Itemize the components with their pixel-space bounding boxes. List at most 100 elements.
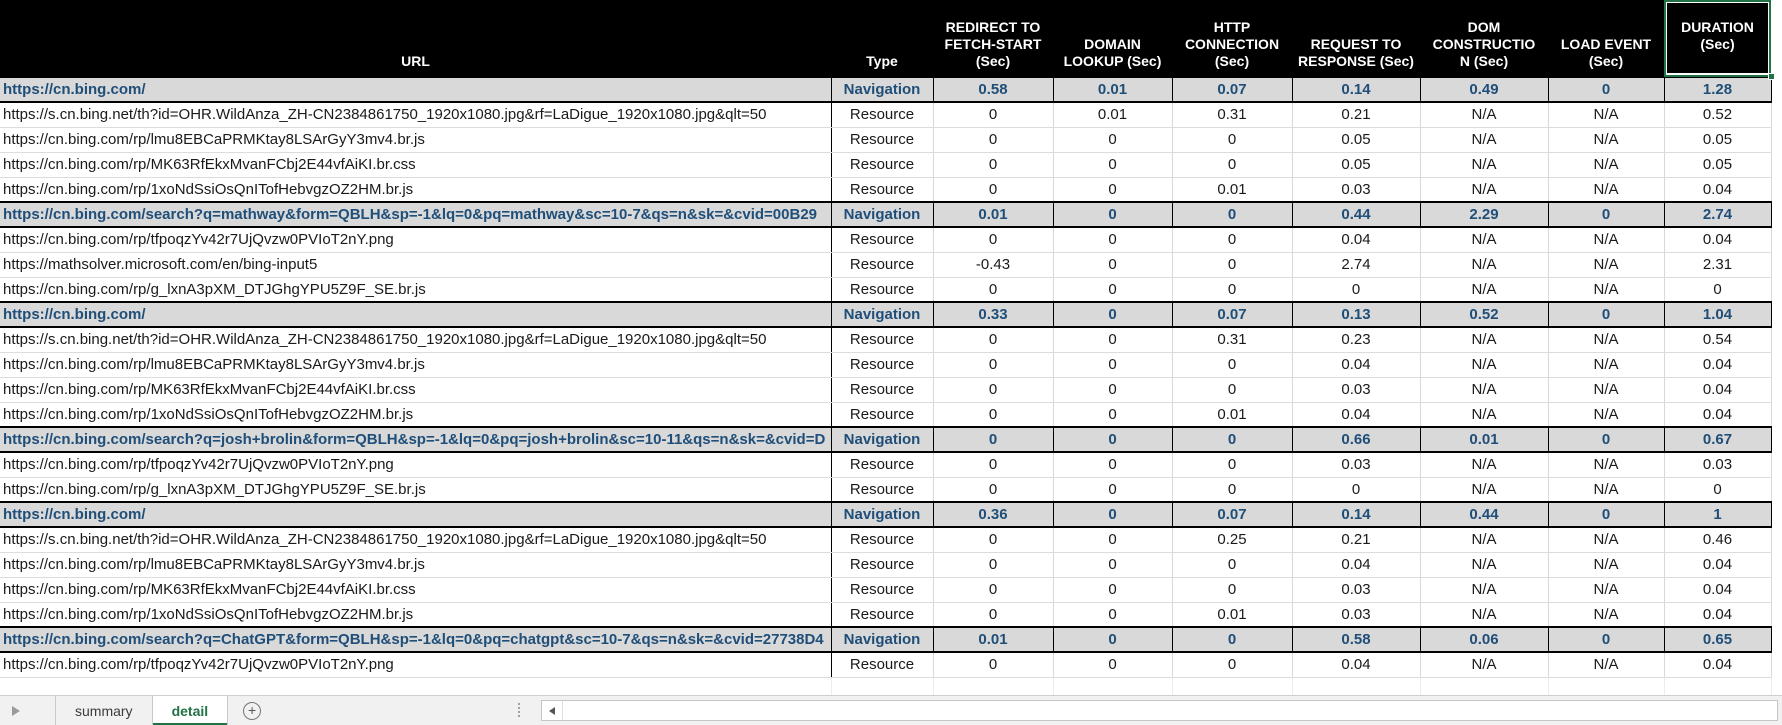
request-to-response-cell[interactable]: 0.03: [1291, 452, 1420, 478]
request-to-response-cell[interactable]: 0.14: [1291, 76, 1420, 103]
url-cell[interactable]: https://cn.bing.com/rp/lmu8EBCaPRMKtay8L…: [0, 552, 831, 578]
request-to-response-cell[interactable]: 2.74: [1291, 252, 1420, 278]
request-to-response-cell[interactable]: 0.14: [1291, 501, 1420, 528]
duration-cell[interactable]: 0.04: [1663, 377, 1772, 403]
request-to-response-cell[interactable]: 0.05: [1291, 127, 1420, 153]
duration-cell[interactable]: 0.03: [1663, 452, 1772, 478]
request-to-response-cell[interactable]: 0.21: [1291, 102, 1420, 128]
request-to-response-cell[interactable]: 0.03: [1291, 577, 1420, 603]
tab-summary[interactable]: summary: [56, 696, 153, 725]
load-event-cell[interactable]: N/A: [1547, 552, 1664, 578]
type-cell[interactable]: Resource: [830, 602, 933, 628]
duration-cell[interactable]: 0.04: [1663, 652, 1772, 678]
load-event-cell[interactable]: N/A: [1547, 477, 1664, 503]
type-cell[interactable]: Resource: [830, 227, 933, 253]
redirect-to-fetch-start-cell[interactable]: 0: [932, 102, 1053, 128]
column-header-request-to-response[interactable]: REQUEST TO RESPONSE (Sec): [1292, 0, 1420, 77]
redirect-to-fetch-start-cell[interactable]: 0: [932, 602, 1053, 628]
redirect-to-fetch-start-cell[interactable]: 0: [932, 327, 1053, 353]
redirect-to-fetch-start-cell[interactable]: 0: [932, 177, 1053, 203]
http-connection-cell[interactable]: 0: [1171, 352, 1292, 378]
url-cell[interactable]: https://cn.bing.com/rp/MK63RfEkxMvanFCbj…: [0, 577, 831, 603]
duration-cell[interactable]: 0.05: [1663, 127, 1772, 153]
request-to-response-cell[interactable]: 0.04: [1291, 227, 1420, 253]
scrollbar-thumb[interactable]: [563, 701, 1777, 720]
request-to-response-cell[interactable]: 0.04: [1291, 352, 1420, 378]
domain-lookup-cell[interactable]: 0: [1052, 477, 1172, 503]
column-header-dom-construction[interactable]: DOM CONSTRUCTIO N (Sec): [1420, 0, 1548, 77]
request-to-response-cell[interactable]: 0: [1291, 277, 1420, 303]
load-event-cell[interactable]: N/A: [1547, 127, 1664, 153]
duration-cell[interactable]: 0.04: [1663, 177, 1772, 203]
domain-lookup-cell[interactable]: 0: [1052, 177, 1172, 203]
redirect-to-fetch-start-cell[interactable]: 0.33: [932, 301, 1053, 328]
http-connection-cell[interactable]: 0: [1171, 127, 1292, 153]
http-connection-cell[interactable]: 0: [1171, 426, 1292, 453]
http-connection-cell[interactable]: 0: [1171, 201, 1292, 228]
duration-cell[interactable]: 0.04: [1663, 352, 1772, 378]
load-event-cell[interactable]: N/A: [1547, 377, 1664, 403]
load-event-cell[interactable]: N/A: [1547, 527, 1664, 553]
dom-construction-cell[interactable]: N/A: [1419, 327, 1548, 353]
http-connection-cell[interactable]: 0: [1171, 626, 1292, 653]
type-cell[interactable]: Resource: [830, 452, 933, 478]
type-cell[interactable]: Resource: [830, 252, 933, 278]
duration-cell[interactable]: 0.46: [1663, 527, 1772, 553]
scroll-left-button[interactable]: [542, 701, 563, 720]
http-connection-cell[interactable]: 0.07: [1171, 501, 1292, 528]
load-event-cell[interactable]: N/A: [1547, 602, 1664, 628]
horizontal-scrollbar[interactable]: [541, 700, 1778, 721]
dom-construction-cell[interactable]: N/A: [1419, 652, 1548, 678]
type-cell[interactable]: Resource: [830, 177, 933, 203]
url-cell[interactable]: https://s.cn.bing.net/th?id=OHR.WildAnza…: [0, 527, 831, 553]
request-to-response-cell[interactable]: 0.03: [1291, 602, 1420, 628]
type-cell[interactable]: Resource: [830, 127, 933, 153]
duration-cell[interactable]: 1.04: [1663, 301, 1772, 328]
dom-construction-cell[interactable]: N/A: [1419, 152, 1548, 178]
duration-cell[interactable]: 0.05: [1663, 152, 1772, 178]
load-event-cell[interactable]: N/A: [1547, 227, 1664, 253]
redirect-to-fetch-start-cell[interactable]: 0: [932, 577, 1053, 603]
domain-lookup-cell[interactable]: 0: [1052, 352, 1172, 378]
duration-cell[interactable]: 0: [1663, 277, 1772, 303]
load-event-cell[interactable]: 0: [1547, 426, 1664, 453]
column-header-domain-lookup[interactable]: DOMAIN LOOKUP (Sec): [1053, 0, 1172, 77]
type-cell[interactable]: Navigation: [830, 76, 933, 103]
http-connection-cell[interactable]: 0.25: [1171, 527, 1292, 553]
duration-cell[interactable]: 0.65: [1663, 626, 1772, 653]
redirect-to-fetch-start-cell[interactable]: 0.36: [932, 501, 1053, 528]
dom-construction-cell[interactable]: 0.01: [1419, 426, 1548, 453]
redirect-to-fetch-start-cell[interactable]: 0: [932, 127, 1053, 153]
load-event-cell[interactable]: 0: [1547, 626, 1664, 653]
http-connection-cell[interactable]: 0.31: [1171, 102, 1292, 128]
url-cell[interactable]: https://cn.bing.com/rp/tfpoqzYv42r7UjQvz…: [0, 652, 831, 678]
redirect-to-fetch-start-cell[interactable]: 0: [932, 227, 1053, 253]
url-cell[interactable]: https://cn.bing.com/rp/g_lxnA3pXM_DTJGhg…: [0, 277, 831, 303]
request-to-response-cell[interactable]: 0.21: [1291, 527, 1420, 553]
redirect-to-fetch-start-cell[interactable]: 0: [932, 352, 1053, 378]
type-cell[interactable]: Navigation: [830, 426, 933, 453]
domain-lookup-cell[interactable]: 0: [1052, 227, 1172, 253]
dom-construction-cell[interactable]: N/A: [1419, 277, 1548, 303]
load-event-cell[interactable]: 0: [1547, 201, 1664, 228]
domain-lookup-cell[interactable]: 0: [1052, 527, 1172, 553]
http-connection-cell[interactable]: 0.07: [1171, 76, 1292, 103]
redirect-to-fetch-start-cell[interactable]: 0: [932, 377, 1053, 403]
dom-construction-cell[interactable]: 0.06: [1419, 626, 1548, 653]
column-header-type[interactable]: Type: [831, 0, 933, 77]
duration-cell[interactable]: 0.52: [1663, 102, 1772, 128]
duration-cell[interactable]: 1: [1663, 501, 1772, 528]
request-to-response-cell[interactable]: 0.04: [1291, 652, 1420, 678]
redirect-to-fetch-start-cell[interactable]: 0: [932, 152, 1053, 178]
domain-lookup-cell[interactable]: 0: [1052, 626, 1172, 653]
http-connection-cell[interactable]: 0.31: [1171, 327, 1292, 353]
add-sheet-button[interactable]: +: [228, 696, 276, 725]
url-cell[interactable]: https://cn.bing.com/rp/tfpoqzYv42r7UjQvz…: [0, 227, 831, 253]
request-to-response-cell[interactable]: 0.44: [1291, 201, 1420, 228]
request-to-response-cell[interactable]: 0.05: [1291, 152, 1420, 178]
load-event-cell[interactable]: 0: [1547, 501, 1664, 528]
domain-lookup-cell[interactable]: 0: [1052, 652, 1172, 678]
http-connection-cell[interactable]: 0: [1171, 477, 1292, 503]
request-to-response-cell[interactable]: 0.04: [1291, 552, 1420, 578]
redirect-to-fetch-start-cell[interactable]: 0: [932, 527, 1053, 553]
